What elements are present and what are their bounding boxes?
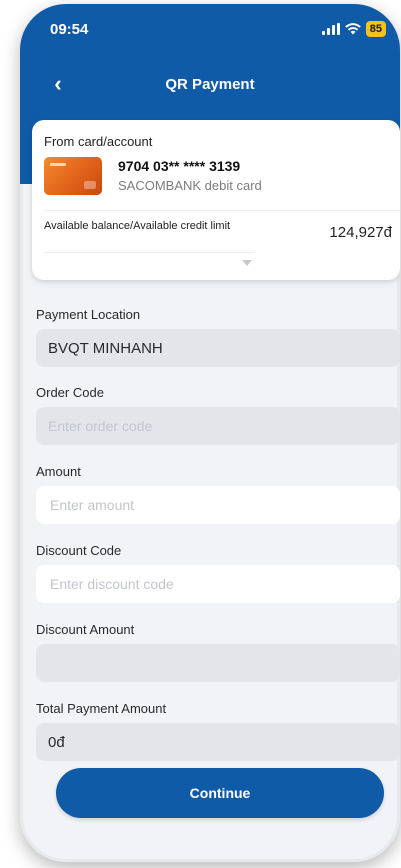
divider bbox=[44, 210, 400, 211]
discount-code-label: Discount Code bbox=[36, 543, 122, 558]
discount-code-input[interactable] bbox=[48, 575, 400, 593]
account-card-label: From card/account bbox=[44, 134, 153, 149]
divider bbox=[44, 252, 254, 253]
balance-label: Available balance/Available credit limit bbox=[44, 220, 231, 232]
discount-amount-label: Discount Amount bbox=[36, 622, 135, 637]
status-bar: 09:54 85 bbox=[50, 16, 386, 42]
card-number: 9704 03** **** 3139 bbox=[118, 158, 241, 174]
amount-input[interactable] bbox=[48, 496, 400, 514]
amount-field[interactable] bbox=[36, 486, 400, 524]
phone-frame: 09:54 85 ‹ QR Payment From card/account bbox=[20, 4, 400, 862]
order-code-placeholder: Enter order code bbox=[48, 418, 153, 434]
card-type: SACOMBANK debit card bbox=[118, 178, 262, 193]
amount-label: Amount bbox=[36, 464, 81, 479]
card-image-icon bbox=[44, 157, 102, 195]
status-time: 09:54 bbox=[50, 20, 89, 38]
account-card[interactable]: From card/account 9704 03** **** 3139 SA… bbox=[32, 120, 400, 280]
balance-value: 124,927đ bbox=[329, 224, 392, 241]
total-payment-field: 0đ bbox=[36, 723, 400, 761]
order-code-field[interactable]: Enter order code bbox=[36, 407, 400, 445]
order-code-label: Order Code bbox=[36, 385, 104, 400]
chevron-left-icon: ‹ bbox=[54, 71, 62, 96]
payment-location-label: Payment Location bbox=[36, 307, 141, 322]
total-payment-label: Total Payment Amount bbox=[36, 701, 167, 716]
discount-amount-field bbox=[36, 644, 400, 682]
nav-bar: ‹ QR Payment bbox=[20, 64, 400, 104]
wifi-icon bbox=[344, 23, 361, 35]
page-title: QR Payment bbox=[165, 75, 255, 93]
signal-icon bbox=[321, 23, 340, 35]
chevron-down-icon[interactable] bbox=[242, 260, 252, 266]
back-button[interactable]: ‹ bbox=[46, 71, 70, 96]
discount-code-field[interactable] bbox=[36, 565, 400, 603]
status-indicators: 85 bbox=[321, 21, 386, 37]
continue-button[interactable]: Continue bbox=[56, 768, 384, 818]
payment-location-field: BVQT MINHANH bbox=[36, 329, 400, 367]
battery-icon: 85 bbox=[365, 21, 386, 37]
